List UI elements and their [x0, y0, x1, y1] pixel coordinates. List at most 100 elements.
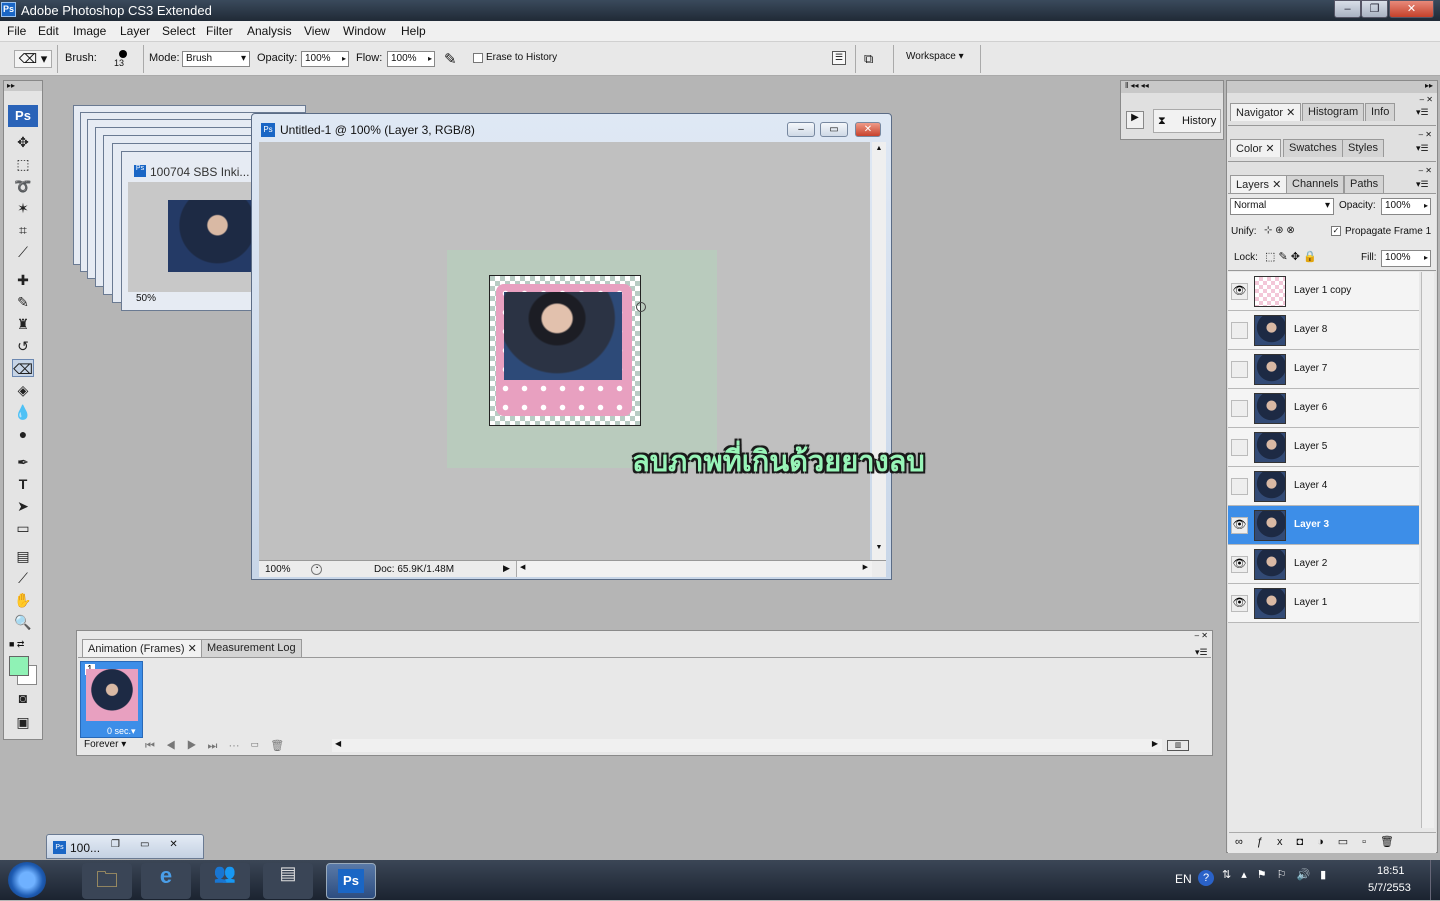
layer-name[interactable]: Layer 1 — [1294, 597, 1327, 608]
layer-name[interactable]: Layer 2 — [1294, 558, 1327, 569]
menu-filter[interactable]: Filter — [206, 24, 233, 38]
status-arrow-icon[interactable]: ▶ — [503, 563, 510, 574]
screen-mode-icon[interactable]: ▣ — [12, 713, 34, 731]
layer-row[interactable]: Layer 8 — [1228, 311, 1419, 350]
ps-logo-icon[interactable]: Ps — [8, 105, 38, 127]
notes-tool-icon[interactable]: ▤ — [12, 547, 34, 565]
layer-row[interactable]: Layer 5 — [1228, 428, 1419, 467]
airbrush-icon[interactable]: ✎ — [444, 50, 457, 68]
workspace-menu[interactable]: Workspace ▾ — [906, 51, 964, 62]
tray-icons[interactable]: ⇅▴⚑⚐🔊▮ — [1222, 868, 1336, 881]
fill-field[interactable]: 100% ▸ — [1381, 250, 1431, 267]
dodge-tool-icon[interactable]: ● — [12, 425, 34, 443]
menu-view[interactable]: View — [304, 24, 330, 38]
tab-layers[interactable]: Layers ✕ — [1230, 175, 1288, 193]
status-menu-icon[interactable]: ◔ — [311, 564, 322, 575]
frames-scrollbar[interactable]: ◀ ▶ — [332, 739, 1162, 752]
eye-icon[interactable]: 👁 — [1231, 283, 1248, 300]
playback-controls[interactable]: ⏮◀▶⏭⋯▭🗑 — [145, 739, 295, 753]
crop-tool-icon[interactable]: ⌗ — [12, 221, 34, 239]
eye-icon[interactable]: 👁 — [1231, 556, 1248, 573]
close-tab-icon[interactable]: ✕ — [1286, 107, 1295, 119]
panel-menu-icon[interactable]: ▾☰ — [1416, 107, 1429, 118]
visibility-toggle[interactable] — [1231, 400, 1248, 417]
layer-name[interactable]: Layer 1 copy — [1294, 285, 1351, 296]
layers-scrollbar[interactable] — [1421, 272, 1434, 828]
doc-minimize-button[interactable]: – — [787, 122, 815, 137]
help-icon[interactable]: ? — [1198, 870, 1214, 886]
marquee-tool-icon[interactable]: ⬚ — [12, 155, 34, 173]
animation-frame-1[interactable]: 1 0 sec.▾ — [80, 661, 143, 738]
internet-explorer-icon[interactable]: e — [141, 863, 191, 899]
layer-name[interactable]: Layer 3 — [1294, 519, 1329, 530]
menu-image[interactable]: Image — [73, 24, 106, 38]
visibility-toggle[interactable] — [1231, 361, 1248, 378]
menu-layer[interactable]: Layer — [120, 24, 150, 38]
brush-picker[interactable]: 13 — [108, 48, 138, 72]
layer-name[interactable]: Layer 6 — [1294, 402, 1327, 413]
main-document-window[interactable]: Ps Untitled-1 @ 100% (Layer 3, RGB/8) – … — [251, 113, 892, 580]
history-tab[interactable]: ⧗ History — [1153, 109, 1221, 133]
panel-menu-icon[interactable]: ▾☰ — [1416, 143, 1429, 154]
eraser-tool-icon[interactable]: ⌫ — [12, 359, 34, 377]
show-desktop-button[interactable] — [1430, 860, 1440, 900]
mode-select[interactable]: Brush ▾ — [182, 51, 250, 67]
tab-animation-frames[interactable]: Animation (Frames) ✕ — [82, 639, 203, 657]
actions-icon[interactable]: ▶ — [1126, 111, 1144, 129]
convert-timeline-icon[interactable]: ▥ — [1167, 740, 1189, 751]
quick-mask-icon[interactable]: ◙ — [12, 689, 34, 707]
close-tab-icon[interactable]: ✕ — [1272, 179, 1281, 191]
move-tool-icon[interactable]: ✥ — [12, 133, 34, 151]
panel-menu-icon[interactable]: ▾☰ — [1416, 179, 1429, 190]
close-tab-icon[interactable]: ✕ — [1265, 143, 1274, 155]
opacity-field[interactable]: 100% ▸ — [301, 51, 349, 67]
messenger-icon[interactable]: 👥 — [200, 863, 250, 899]
visibility-toggle[interactable] — [1231, 322, 1248, 339]
menu-help[interactable]: Help — [401, 24, 426, 38]
layer-name[interactable]: Layer 8 — [1294, 324, 1327, 335]
lasso-tool-icon[interactable]: ➰ — [12, 177, 34, 195]
healing-brush-tool-icon[interactable]: ✚ — [12, 271, 34, 289]
canvas-area[interactable] — [259, 142, 870, 560]
minimized-window-buttons[interactable]: ❐▭✕ — [111, 839, 198, 850]
lock-icons[interactable]: ⬚ ✎ ✥ 🔒 — [1265, 250, 1317, 263]
blend-mode-select[interactable]: Normal ▾ — [1230, 198, 1334, 215]
dock-collapse-icon[interactable]: ▸▸ — [1227, 81, 1437, 93]
eye-icon[interactable]: 👁 — [1231, 595, 1248, 612]
clock-date[interactable]: 5/7/2553 — [1368, 882, 1411, 894]
magic-wand-tool-icon[interactable]: ✶ — [12, 199, 34, 217]
layer-action-icons[interactable]: ∞ƒx◘◑▭▫🗑 — [1229, 832, 1436, 852]
start-button[interactable] — [8, 862, 46, 898]
eyedropper-tool-icon[interactable]: ⟋ — [12, 569, 34, 587]
eraser-tool-preset-icon[interactable]: ⌫ ▾ — [14, 50, 52, 68]
erase-to-history-checkbox[interactable] — [473, 53, 483, 63]
tab-color[interactable]: Color ✕ — [1230, 139, 1281, 157]
vertical-scrollbar[interactable]: ▲ ▼ — [872, 142, 886, 560]
eye-icon[interactable]: 👁 — [1231, 517, 1248, 534]
menu-window[interactable]: Window — [343, 24, 386, 38]
unify-icons[interactable]: ⊹ ⊛ ⊗ — [1264, 225, 1295, 236]
close-tab-icon[interactable]: ✕ — [188, 643, 197, 655]
close-button[interactable]: ✕ — [1389, 0, 1434, 18]
bridge-icon[interactable]: ⧉ — [864, 51, 873, 67]
layer-row[interactable]: 👁 Layer 1 copy — [1228, 272, 1419, 311]
tab-measurement-log[interactable]: Measurement Log — [201, 639, 302, 657]
tab-paths[interactable]: Paths — [1344, 175, 1385, 193]
type-tool-icon[interactable]: T — [12, 475, 34, 493]
doc-close-button[interactable]: ✕ — [855, 122, 881, 137]
language-indicator[interactable]: EN — [1175, 872, 1192, 886]
layer-row[interactable]: Layer 6 — [1228, 389, 1419, 428]
menu-analysis[interactable]: Analysis — [247, 24, 292, 38]
shape-tool-icon[interactable]: ▭ — [12, 519, 34, 537]
layer-row[interactable]: Layer 7 — [1228, 350, 1419, 389]
visibility-toggle[interactable] — [1231, 439, 1248, 456]
layer-row[interactable]: Layer 4 — [1228, 467, 1419, 506]
media-app-icon[interactable]: ▤ — [263, 863, 313, 899]
tab-histogram[interactable]: Histogram — [1302, 103, 1365, 121]
menu-edit[interactable]: Edit — [38, 24, 59, 38]
horizontal-scrollbar[interactable]: ◀ ▶ — [516, 561, 872, 577]
layer-row[interactable]: 👁 Layer 1 — [1228, 584, 1419, 623]
history-brush-tool-icon[interactable]: ↺ — [12, 337, 34, 355]
blur-tool-icon[interactable]: 💧 — [12, 403, 34, 421]
frame-delay[interactable]: 0 sec.▾ — [107, 726, 136, 737]
